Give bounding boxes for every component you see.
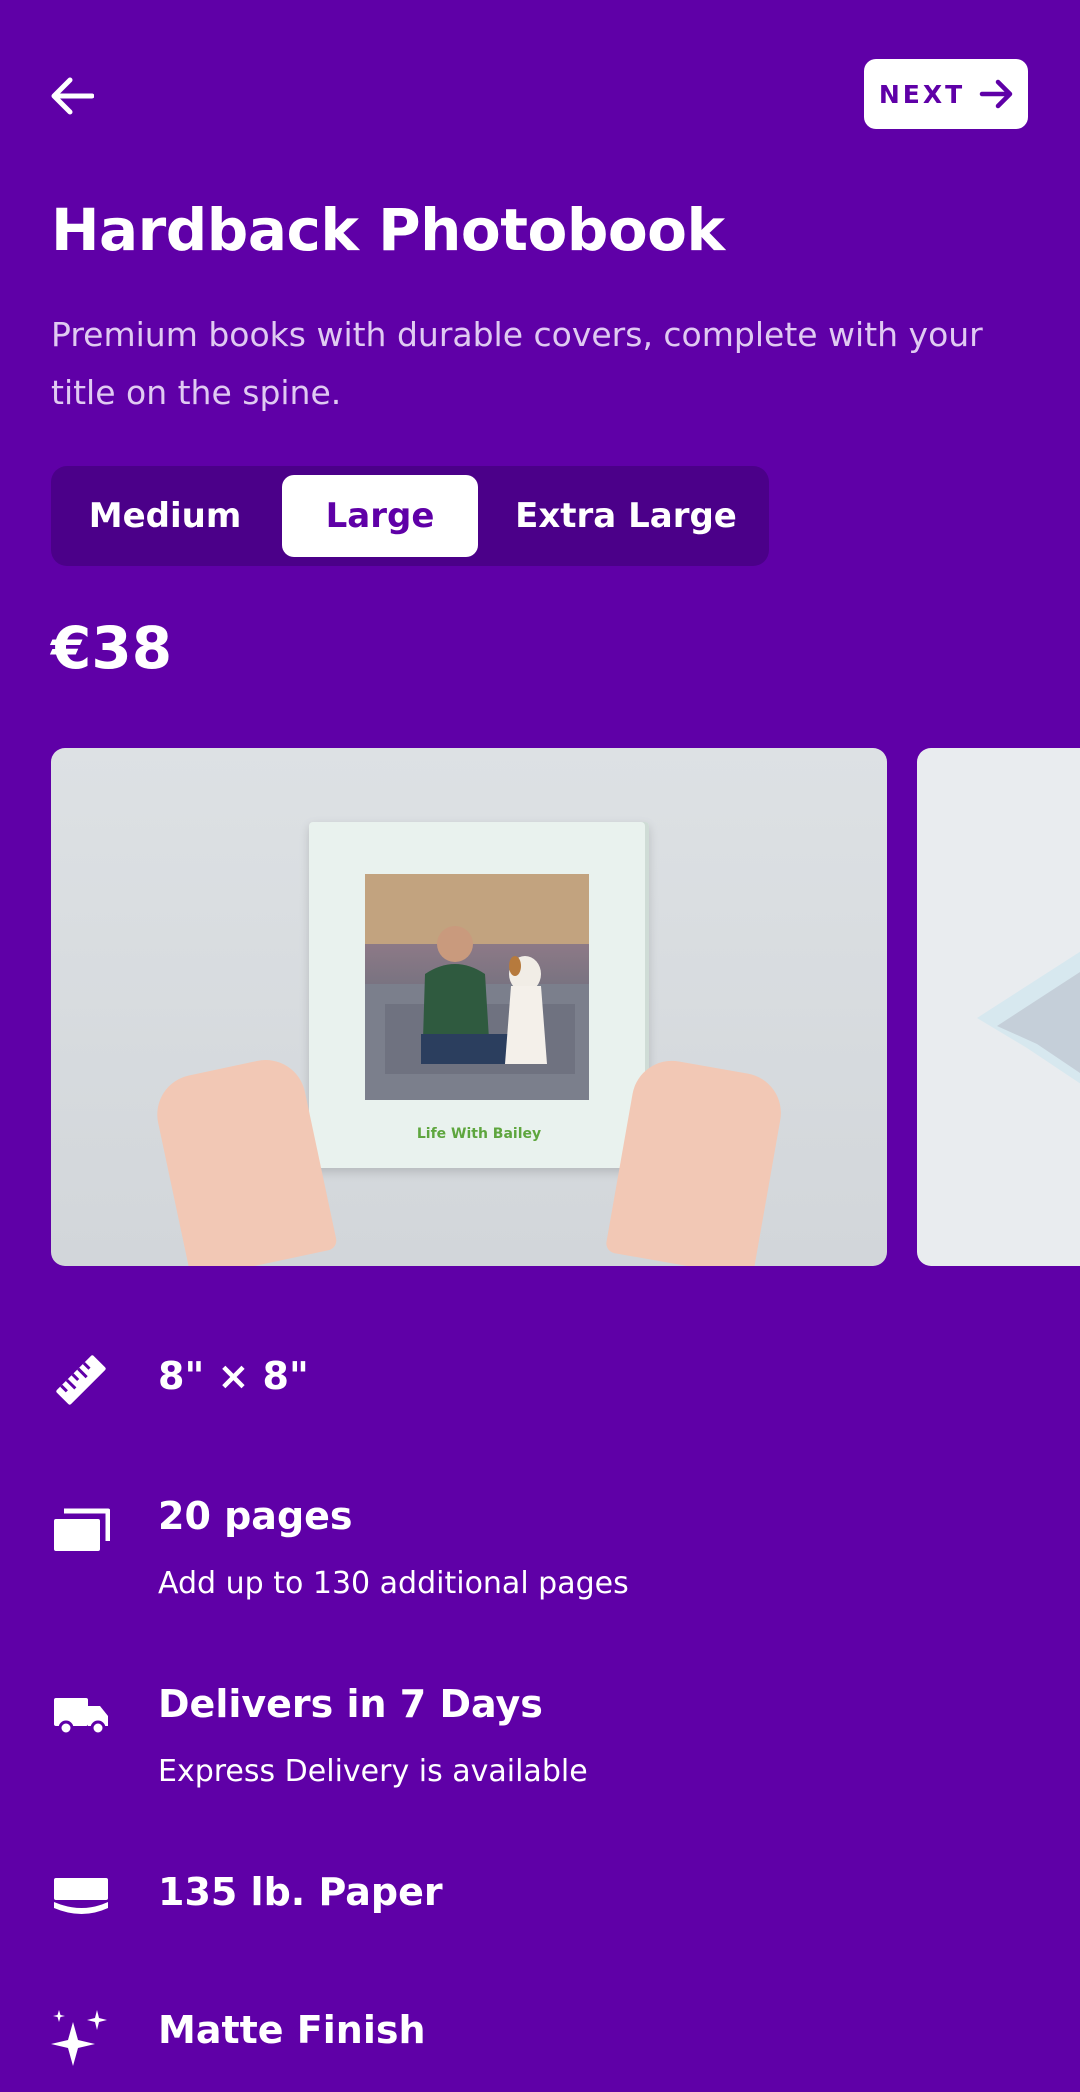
paper-icon bbox=[51, 1866, 111, 1926]
feature-title: 135 lb. Paper bbox=[158, 1870, 443, 1914]
next-button[interactable]: NEXT bbox=[864, 59, 1028, 129]
size-option-extra-large[interactable]: Extra Large bbox=[492, 475, 760, 557]
arrow-left-icon bbox=[51, 77, 94, 115]
product-description: Premium books with durable covers, compl… bbox=[51, 315, 983, 412]
pages-icon bbox=[51, 1500, 111, 1560]
cover-photo-illustration bbox=[365, 874, 589, 1100]
back-button[interactable] bbox=[42, 66, 102, 126]
feature-delivery: Delivers in 7 Days Express Delivery is a… bbox=[51, 1678, 1031, 1798]
ruler-icon bbox=[51, 1350, 111, 1410]
size-option-medium[interactable]: Medium bbox=[59, 475, 271, 557]
price: €38 bbox=[51, 614, 173, 682]
feature-subtitle: Add up to 130 additional pages bbox=[158, 1566, 629, 1601]
cover-photo bbox=[365, 874, 589, 1100]
size-option-large[interactable]: Large bbox=[282, 475, 478, 557]
feature-title: Matte Finish bbox=[158, 2008, 426, 2052]
truck-icon bbox=[51, 1686, 111, 1746]
feature-pages: 20 pages Add up to 130 additional pages bbox=[51, 1490, 1031, 1610]
carousel-slide-next[interactable] bbox=[917, 748, 1080, 1266]
sparkle-icon bbox=[51, 2008, 111, 2068]
next-button-label: NEXT bbox=[878, 79, 966, 109]
book-caption: Life With Bailey bbox=[416, 1126, 542, 1142]
carousel-slide[interactable]: Life With Bailey bbox=[51, 748, 887, 1266]
book-cover-image: Life With Bailey bbox=[309, 822, 649, 1168]
feature-title: 20 pages bbox=[158, 1494, 353, 1538]
book-open-image bbox=[977, 951, 1080, 1084]
feature-subtitle: Express Delivery is available bbox=[158, 1754, 588, 1789]
image-carousel[interactable]: Life With Bailey bbox=[51, 748, 1080, 1266]
feature-title: Delivers in 7 Days bbox=[158, 1682, 543, 1726]
feature-size: 8" × 8" bbox=[51, 1350, 1031, 1410]
size-selector: Medium Large Extra Large bbox=[51, 466, 769, 566]
product-page: NEXT Hardback Photobook Premium books wi… bbox=[0, 0, 1080, 2092]
arrow-right-icon bbox=[979, 79, 1013, 109]
feature-paper: 135 lb. Paper bbox=[51, 1866, 1031, 1926]
feature-finish: Matte Finish bbox=[51, 2004, 1031, 2084]
page-title: Hardback Photobook bbox=[51, 196, 725, 264]
feature-title: 8" × 8" bbox=[158, 1354, 309, 1398]
